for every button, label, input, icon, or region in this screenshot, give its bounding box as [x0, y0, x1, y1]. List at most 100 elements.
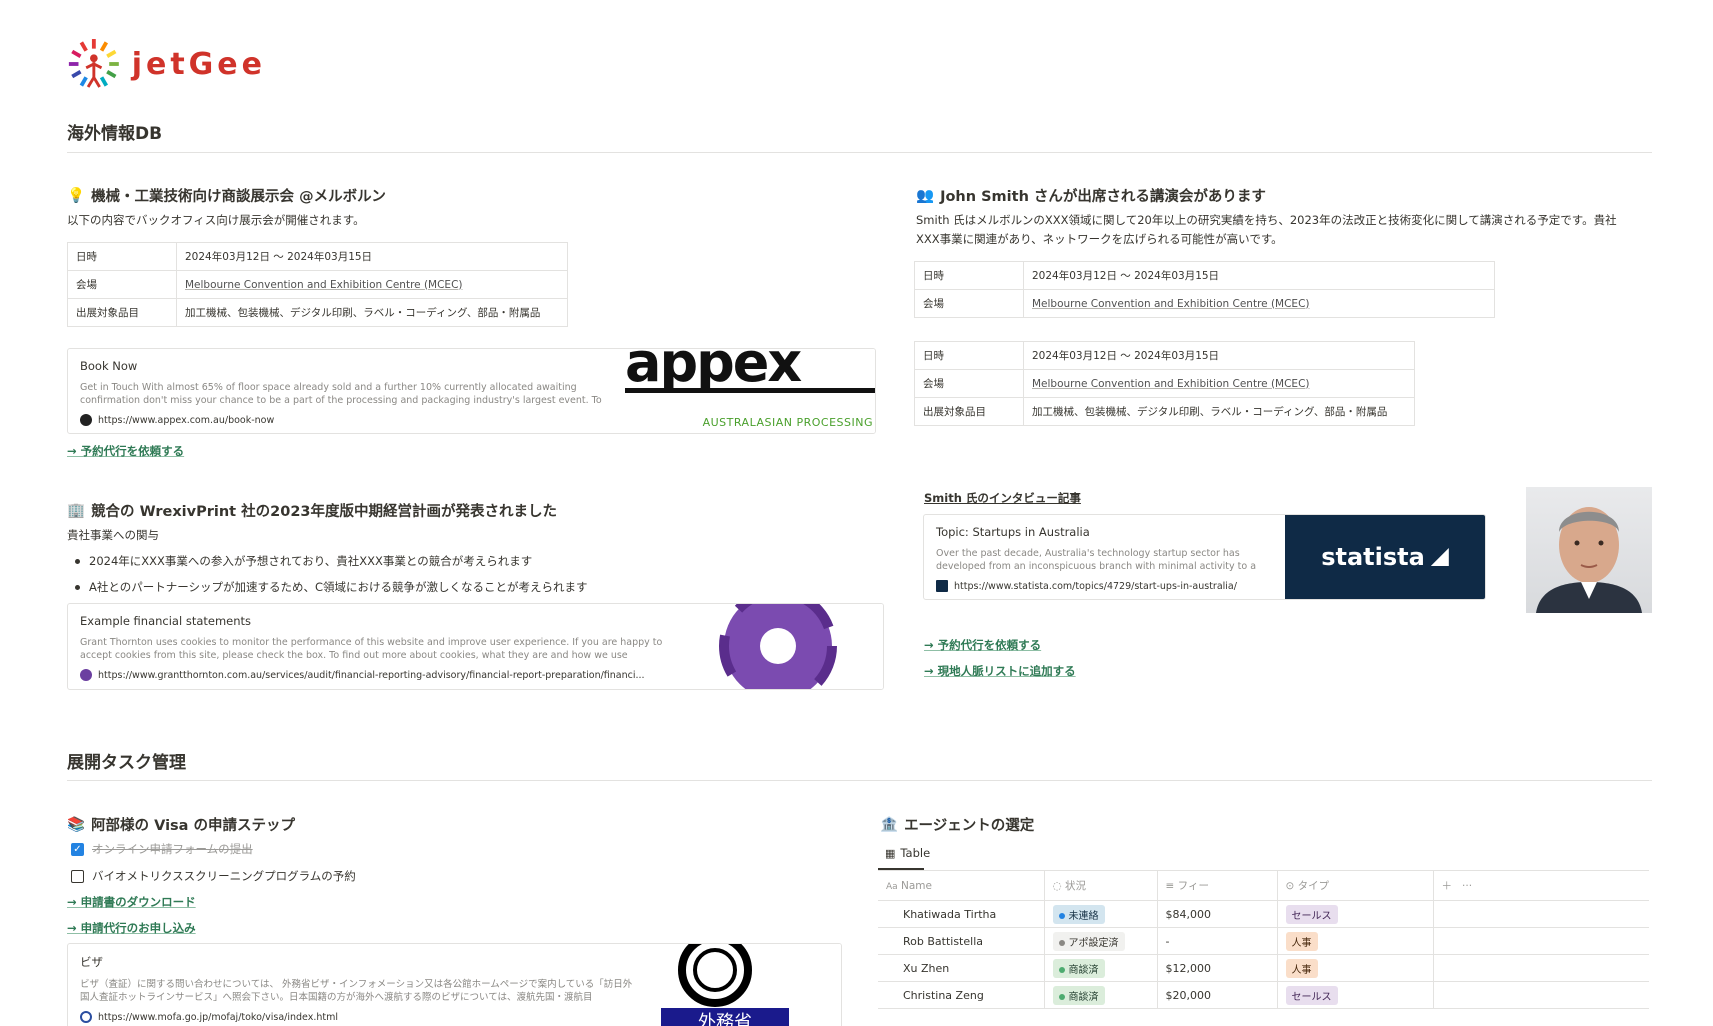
property-key: 出展対象品目: [914, 397, 1024, 426]
card-title-lecture: 👥 John Smith さんが出席される講演会があります: [916, 185, 1266, 206]
bookmark-title: Example financial statements: [80, 614, 252, 628]
table-row[interactable]: Xu Zhen 商談済 $12,000 人事: [878, 954, 1649, 982]
type-badge: 人事: [1285, 958, 1318, 978]
request-booking-link[interactable]: → 予約代行を依頼する: [924, 637, 1041, 653]
bookmark-description: Get in Touch With almost 65% of floor sp…: [80, 382, 602, 406]
bookmark-description: ビザ（査証）に関する問い合わせについては、 外務省ビザ・インフォメーション又は各…: [80, 979, 633, 1003]
property-table: 日時 2024年03月12日 〜 2024年03月15日 会場 Melbourn…: [67, 242, 568, 327]
statista-thumbnail: statista: [1285, 515, 1485, 599]
card-title-text: John Smith さんが出席される講演会があります: [940, 189, 1266, 205]
table-row[interactable]: Khatiwada Tirtha 未連絡 $84,000 セールス: [878, 900, 1649, 928]
cell-type[interactable]: 人事: [1277, 927, 1434, 955]
property-value[interactable]: Melbourne Convention and Exhibition Cent…: [1023, 289, 1495, 318]
bookmark-grant-thornton[interactable]: Example financial statements Grant Thorn…: [67, 603, 884, 690]
mofa-thumbnail: 外務省: [651, 944, 841, 1026]
property-value: 2024年03月12日 〜 2024年03月15日: [1023, 261, 1495, 290]
checkbox-unchecked[interactable]: [71, 869, 84, 883]
type-badge: セールス: [1285, 985, 1338, 1005]
cell-name[interactable]: Xu Zhen: [878, 954, 1045, 982]
cell-type[interactable]: セールス: [1277, 981, 1434, 1009]
todo-item: バイオメトリクススクリーニングプログラムの予約: [71, 863, 356, 889]
bullet-item: 2024年にXXX事業への参入が予想されており、貴社XXX事業との競合が考えられ…: [67, 548, 827, 574]
people-icon: 👥: [916, 188, 935, 204]
cell-type[interactable]: 人事: [1277, 954, 1434, 982]
status-badge: 未連絡: [1052, 904, 1105, 924]
property-row: 日時 2024年03月12日 〜 2024年03月15日: [67, 242, 568, 271]
card-title-text: エージェントの選定: [904, 818, 1035, 834]
appex-logo-subtitle: AUSTRALASIAN PROCESSING: [702, 416, 873, 429]
cell-name[interactable]: Christina Zeng: [878, 981, 1045, 1009]
bookmark-statista[interactable]: Topic: Startups in Australia Over the pa…: [923, 514, 1486, 600]
card-intro-line-2: XXX事業に関連があり、ネットワークを広げられる可能性が高いです。: [916, 232, 1283, 246]
checkbox-checked[interactable]: ✓: [71, 842, 84, 856]
column-label: 状況: [1065, 880, 1087, 892]
apply-proxy-link[interactable]: → 申請代行のお申し込み: [67, 920, 196, 936]
cell-fee[interactable]: -: [1157, 927, 1278, 955]
venue-link[interactable]: Melbourne Convention and Exhibition Cent…: [1032, 298, 1310, 310]
add-network-list-link[interactable]: → 現地人脈リストに追加する: [924, 663, 1076, 679]
cell-status[interactable]: 商談済: [1044, 954, 1158, 982]
portrait-illustration-icon: [1536, 507, 1642, 613]
bookmark-url-text: https://www.appex.com.au/book-now: [98, 414, 275, 426]
cell-name[interactable]: Khatiwada Tirtha: [878, 900, 1045, 928]
cell-fee[interactable]: $84,000: [1157, 900, 1278, 928]
cell-status[interactable]: 未連絡: [1044, 900, 1158, 928]
card-title-text: 競合の WrexivPrint 社の2023年度版中期経営計画が発表されました: [91, 504, 558, 520]
column-header-type[interactable]: ⊙ タイプ: [1277, 870, 1434, 901]
mofa-favicon-icon: [80, 1011, 92, 1023]
jetgee-logo: jetGee: [66, 34, 266, 94]
table-row[interactable]: Christina Zeng 商談済 $20,000 セールス: [878, 981, 1649, 1009]
more-options-icon[interactable]: ···: [1462, 880, 1472, 892]
column-label: フィー: [1177, 880, 1209, 892]
cell-empty: [1433, 900, 1649, 928]
type-badge: セールス: [1285, 904, 1338, 924]
property-row: 会場 Melbourne Convention and Exhibition C…: [914, 289, 1495, 318]
text-lines-icon: ≡: [1165, 880, 1175, 892]
property-row: 出展対象品目 加工機械、包装機械、デジタル印刷、ラベル・コーディング、部品・附属…: [67, 298, 568, 327]
interview-article-link[interactable]: Smith 氏のインタビュー記事: [924, 490, 1081, 506]
column-header-status[interactable]: ◌ 状況: [1044, 870, 1158, 901]
property-value[interactable]: Melbourne Convention and Exhibition Cent…: [176, 270, 568, 299]
venue-link[interactable]: Melbourne Convention and Exhibition Cent…: [185, 279, 463, 291]
request-booking-link[interactable]: → 予約代行を依頼する: [67, 443, 184, 459]
cell-fee[interactable]: $20,000: [1157, 981, 1278, 1009]
bookmark-mofa-visa[interactable]: ビザ ビザ（査証）に関する問い合わせについては、 外務省ビザ・インフォメーション…: [67, 943, 842, 1026]
add-column-icon[interactable]: ＋: [1442, 880, 1453, 892]
table-row[interactable]: Rob Battistella アポ設定済 - 人事: [878, 927, 1649, 955]
column-header-name[interactable]: Aa Name: [878, 870, 1045, 901]
cell-fee[interactable]: $12,000: [1157, 954, 1278, 982]
column-label: タイプ: [1297, 880, 1330, 892]
bookmark-appex[interactable]: Book Now Get in Touch With almost 65% of…: [67, 348, 876, 434]
bookmark-description: Grant Thornton uses cookies to monitor t…: [80, 637, 663, 661]
status-dot-icon: [1058, 912, 1065, 919]
mofa-label: 外務省: [661, 1008, 789, 1026]
column-header-fee[interactable]: ≡ フィー: [1157, 870, 1278, 901]
grant-thornton-logo-icon: [719, 604, 837, 689]
status-badge: アポ設定済: [1052, 931, 1125, 951]
download-application-link[interactable]: → 申請書のダウンロード: [67, 894, 196, 910]
card-intro: 貴社事業への関与: [67, 528, 159, 542]
cell-status[interactable]: 商談済: [1044, 981, 1158, 1009]
property-value: 2024年03月12日 〜 2024年03月15日: [1023, 341, 1415, 370]
cell-name[interactable]: Rob Battistella: [878, 927, 1045, 955]
property-value[interactable]: Melbourne Convention and Exhibition Cent…: [1023, 369, 1415, 398]
cell-empty: [1433, 954, 1649, 982]
table-header-row: Aa Name ◌ 状況 ≡ フィー ⊙ タイプ ＋ ···: [878, 870, 1649, 901]
bookmark-title: ビザ: [80, 955, 103, 969]
venue-link[interactable]: Melbourne Convention and Exhibition Cent…: [1032, 378, 1310, 390]
agent-database-table: Aa Name ◌ 状況 ≡ フィー ⊙ タイプ ＋ ··· Khatiwada…: [878, 870, 1649, 1009]
cell-status[interactable]: アポ設定済: [1044, 927, 1158, 955]
tab-table-view[interactable]: ▦ Table: [885, 846, 930, 860]
property-row: 日時 2024年03月12日 〜 2024年03月15日: [914, 341, 1415, 370]
bookmark-text: ビザ ビザ（査証）に関する問い合わせについては、 外務省ビザ・インフォメーション…: [68, 944, 651, 1026]
type-badge: 人事: [1285, 931, 1318, 951]
logo-text: jetGee: [131, 46, 266, 82]
bookmark-url: https://www.mofa.go.jp/mofaj/toko/visa/i…: [80, 1011, 639, 1023]
bookmark-url-text: https://www.grantthornton.com.au/service…: [98, 669, 645, 681]
status-dot-icon: [1058, 993, 1065, 1000]
card-title-exhibition: 💡 機械・工業技術向け商談展示会 @メルボルン: [67, 185, 386, 206]
cell-type[interactable]: セールス: [1277, 900, 1434, 928]
bookmark-url: https://www.appex.com.au/book-now: [80, 414, 613, 426]
todo-text-done[interactable]: オンライン申請フォーム: [92, 842, 218, 856]
card-title-visa: 📚 阿部様の Visa の申請ステップ: [67, 814, 295, 835]
